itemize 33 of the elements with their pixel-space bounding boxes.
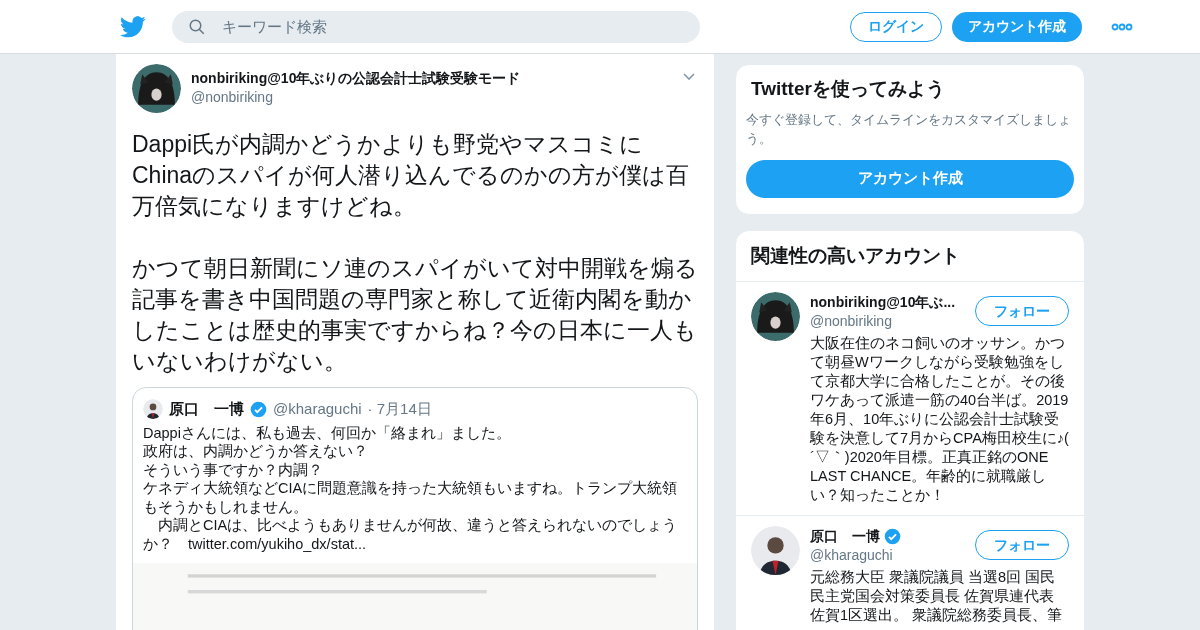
account-handle[interactable]: @kharaguchi xyxy=(810,546,975,564)
quoted-author-handle[interactable]: @kharaguchi xyxy=(273,398,362,421)
search-field[interactable]: キーワード検索 xyxy=(172,10,700,43)
search-icon xyxy=(188,17,206,36)
card-title: 関連性の高いアカウント xyxy=(736,230,1084,282)
signup-button[interactable]: アカウント作成 xyxy=(746,159,1074,198)
quoted-tweet-text: 政府は、内調かどうか答えない？ xyxy=(143,442,369,461)
quoted-author-name[interactable]: 原口 一博 xyxy=(169,398,244,421)
account-bio: 元総務大臣 衆議院議員 当選8回 国民民主党国会対策委員長 佐賀県連代表佐賀1区選出。 衆議院総務委員長、筆 xyxy=(810,568,1064,625)
account-name[interactable]: nonbiriking@10年ぶ... xyxy=(810,292,956,312)
card-description: 今すぐ登録して、タイムラインをカスタマイズしましょう。 xyxy=(746,110,1072,148)
avatar xyxy=(751,292,800,341)
quoted-tweet-text: そういう事ですか？内調？ xyxy=(143,460,324,479)
avatar xyxy=(143,399,163,420)
signup-button[interactable]: アカウント作成 xyxy=(952,11,1082,42)
author-name[interactable]: nonbiriking@10年ぶりの公認会計士試験受験モード xyxy=(191,68,521,88)
more-icon[interactable] xyxy=(1111,22,1133,31)
quoted-tweet-text: 内調とCIAは、比べようもありませんが何故、違うと答えられないのでしょうか？ twitter.com/yukiho_dx/stat... xyxy=(143,516,679,553)
avatar xyxy=(751,526,800,575)
avatar xyxy=(132,64,181,113)
card-title: Twitterを使ってみよう xyxy=(750,77,946,101)
account-handle[interactable]: @nonbiriking xyxy=(810,312,975,330)
account-bio: 大阪在住のネコ飼いのオッサン。かつて朝昼Wワークしながら受験勉強をして京都大学に合格したことが。その後ワケあって派遣一筋の40台半ば。2019年6月、10年ぶりに公認会計士試験受験を決意して7月からCPA梅田校生に♪( ´▽｀)2020年目標。正真正銘のONE LAST CHANCE。年齢的に就職厳しい？知ったことか！ xyxy=(810,334,1069,505)
account-name[interactable]: 原口 一博 xyxy=(810,526,880,546)
tweet-text: かつて朝日新聞にソ連のスパイがいて対中開戦を煽る記事を書き中国問題の専門家と称して近衛内閣を動かしたことは歴史的事実ですからね？今の日本に一人もいないわけがない。 xyxy=(132,254,698,376)
tweet-date[interactable]: · 7月14日 xyxy=(367,398,432,421)
tweet-text: Dappi氏が内調かどうかよりも野党やマスコミにChinaのスパイが何人潜り込んでるのかの方が僕は百万倍気になりますけどね。 xyxy=(132,130,691,221)
tweet-link[interactable]: twitter.com/yukiho_dx/stat... xyxy=(188,535,367,552)
author-handle[interactable]: @nonbiriking xyxy=(191,88,521,106)
bird-logo-icon[interactable] xyxy=(120,15,146,38)
chevron-down-icon[interactable] xyxy=(682,72,696,82)
quoted-tweet-text: ケネディ大統領などCIAに問題意識を持った大統領もいますね。トランプ大統領もそうかもしれません。 xyxy=(143,479,679,516)
quoted-tweet-text: Dappiさんには、私も過去、何回か「絡まれ」ました。 xyxy=(143,423,512,442)
